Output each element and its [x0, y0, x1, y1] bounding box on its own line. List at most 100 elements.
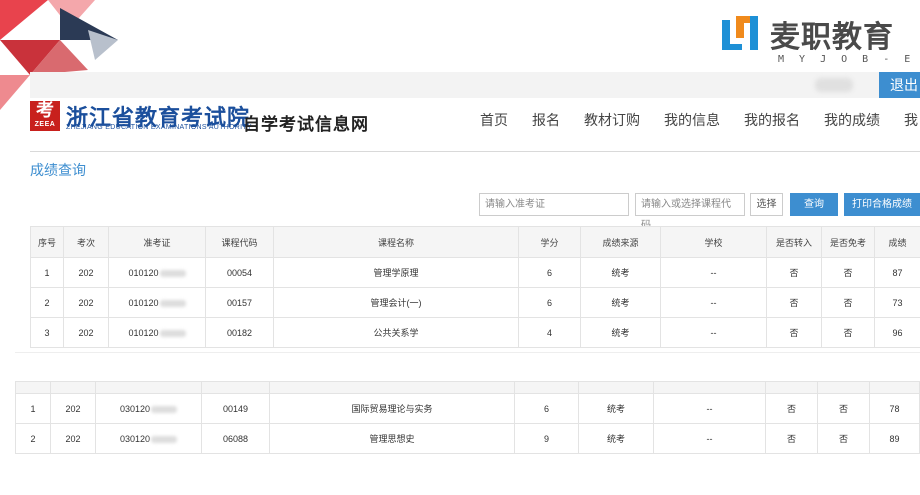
col-header-score: 成绩	[874, 226, 920, 258]
nav-more[interactable]: 我	[904, 110, 918, 130]
cell-session: 202	[63, 287, 109, 318]
table-row: 1 202 030120 00149 国际贸易理论与实务 6 统考 -- 否 否…	[15, 393, 920, 424]
myjob-logo-icon	[722, 16, 758, 50]
cell-exempt: 否	[821, 287, 875, 318]
scores-table: 序号 考次 准考证 课程代码 课程名称 学分 成绩来源 学校 是否转入 是否免考…	[30, 226, 920, 348]
zeea-logo: 考 ZEEA	[30, 101, 60, 131]
nav-my-info[interactable]: 我的信息	[664, 110, 720, 130]
cell-transfer: 否	[766, 287, 822, 318]
cell-no: 2	[30, 287, 64, 318]
site-subtitle: 自学考试信息网	[243, 115, 369, 135]
cell-school: --	[660, 257, 767, 288]
brand-name: 麦职教育	[770, 20, 894, 55]
cell-score: 96	[874, 317, 920, 348]
cell-course-name: 管理会计(一)	[273, 287, 519, 318]
table-row: 2 202 010120 00157 管理会计(一) 6 统考 -- 否 否 7…	[30, 287, 920, 318]
site-header: 考 ZEEA 浙江省教育考试院 ZHEJIANG EDUCATION EXAMI…	[30, 98, 920, 152]
table-row: 2 202 030120 06088 管理思想史 9 统考 -- 否 否 89	[15, 423, 920, 454]
nav-textbook[interactable]: 教材订购	[584, 110, 640, 130]
cell-school: --	[653, 393, 766, 424]
ticket-number-input[interactable]: 请输入准考证	[479, 193, 629, 216]
cell-course-code: 00054	[205, 257, 274, 288]
cell-exempt: 否	[821, 257, 875, 288]
cell-exempt: 否	[817, 393, 870, 424]
print-passed-scores-button[interactable]: 打印合格成绩	[844, 193, 920, 216]
cell-session: 202	[50, 393, 96, 424]
table-header-row: 序号 考次 准考证 课程代码 课程名称 学分 成绩来源 学校 是否转入 是否免考…	[30, 226, 920, 258]
col-header-course-code: 课程代码	[205, 226, 274, 258]
cell-no: 2	[15, 423, 51, 454]
cell-credit: 6	[518, 287, 581, 318]
cell-credit: 4	[518, 317, 581, 348]
table-row: 3 202 010120 00182 公共关系学 4 统考 -- 否 否 96	[30, 317, 920, 348]
cell-ticket: 010120	[108, 317, 206, 348]
cell-source: 统考	[578, 423, 654, 454]
cell-source: 统考	[580, 257, 661, 288]
cell-score: 87	[874, 257, 920, 288]
col-header-credit: 学分	[518, 226, 581, 258]
scores-table-second: 1 202 030120 00149 国际贸易理论与实务 6 统考 -- 否 否…	[15, 381, 920, 454]
cell-exempt: 否	[821, 317, 875, 348]
cell-credit: 6	[514, 393, 579, 424]
user-name-blurred	[815, 78, 853, 92]
cell-score: 89	[869, 423, 920, 454]
cell-course-code: 00182	[205, 317, 274, 348]
cell-source: 统考	[580, 317, 661, 348]
myjob-brand: 麦职教育 M Y J O B - E D U	[720, 12, 920, 70]
table-row: 1 202 010120 00054 管理学原理 6 统考 -- 否 否 87	[30, 257, 920, 288]
nav-my-scores[interactable]: 我的成绩	[824, 110, 880, 130]
cell-score: 73	[874, 287, 920, 318]
col-header-no: 序号	[30, 226, 64, 258]
cell-exempt: 否	[817, 423, 870, 454]
cell-transfer: 否	[765, 423, 818, 454]
col-header-exempt: 是否免考	[821, 226, 875, 258]
course-code-input[interactable]: 请输入或选择课程代码	[635, 193, 745, 231]
cell-credit: 9	[514, 423, 579, 454]
main-nav: 首页 报名 教材订购 我的信息 我的报名 我的成绩 我	[480, 110, 920, 130]
nav-register[interactable]: 报名	[532, 110, 560, 130]
cell-course-name: 国际贸易理论与实务	[269, 393, 515, 424]
cell-course-code: 00149	[201, 393, 270, 424]
col-header-school: 学校	[660, 226, 767, 258]
cell-course-name: 公共关系学	[273, 317, 519, 348]
nav-my-registration[interactable]: 我的报名	[744, 110, 800, 130]
cell-ticket: 030120	[95, 393, 202, 424]
cell-course-code: 00157	[205, 287, 274, 318]
cell-credit: 6	[518, 257, 581, 288]
cell-no: 1	[15, 393, 51, 424]
col-header-transfer: 是否转入	[766, 226, 822, 258]
cell-ticket: 030120	[95, 423, 202, 454]
cell-school: --	[653, 423, 766, 454]
cell-source: 统考	[580, 287, 661, 318]
cell-course-name: 管理学原理	[273, 257, 519, 288]
top-strip	[30, 72, 920, 98]
cell-transfer: 否	[765, 393, 818, 424]
col-header-session: 考次	[63, 226, 109, 258]
cell-session: 202	[50, 423, 96, 454]
cell-school: --	[660, 317, 767, 348]
query-button[interactable]: 查询	[790, 193, 838, 216]
cell-course-name: 管理思想史	[269, 423, 515, 454]
cell-no: 1	[30, 257, 64, 288]
cell-school: --	[660, 287, 767, 318]
cell-transfer: 否	[766, 317, 822, 348]
brand-subtitle: M Y J O B - E D U	[778, 54, 920, 65]
cell-course-code: 06088	[201, 423, 270, 454]
cell-no: 3	[30, 317, 64, 348]
site-english-title: ZHEJIANG EDUCATION EXAMINATIONS AUTHORIT…	[66, 124, 252, 131]
cell-session: 202	[63, 257, 109, 288]
logout-button[interactable]: 退出	[879, 72, 920, 98]
section-divider	[15, 352, 920, 353]
cell-ticket: 010120	[108, 257, 206, 288]
col-header-course-name: 课程名称	[273, 226, 519, 258]
cell-score: 78	[869, 393, 920, 424]
cell-source: 统考	[578, 393, 654, 424]
cell-transfer: 否	[766, 257, 822, 288]
nav-home[interactable]: 首页	[480, 110, 508, 130]
col-header-ticket: 准考证	[108, 226, 206, 258]
cell-session: 202	[63, 317, 109, 348]
select-button[interactable]: 选择	[750, 193, 783, 216]
cell-ticket: 010120	[108, 287, 206, 318]
col-header-source: 成绩来源	[580, 226, 661, 258]
table-header-row	[15, 381, 920, 394]
